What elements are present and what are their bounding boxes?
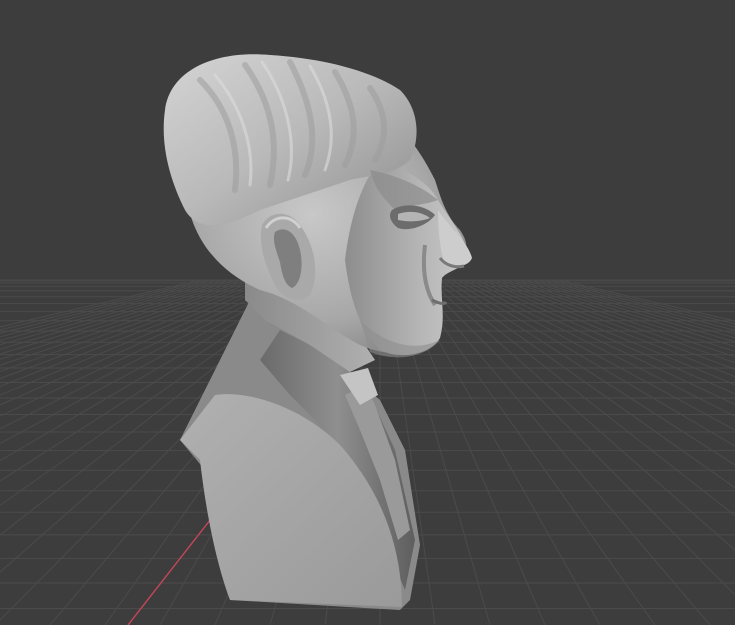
grid-line [475, 279, 735, 395]
viewport-scene[interactable] [0, 0, 735, 625]
grid-line [445, 279, 735, 466]
grid-line [523, 279, 735, 343]
grid-line [409, 279, 656, 625]
grid-line [0, 279, 207, 331]
grid-line [517, 279, 735, 347]
grid-line [463, 279, 735, 417]
grid-line [481, 279, 735, 386]
3d-viewport[interactable] [0, 0, 735, 625]
sculpted-bust-mesh[interactable] [163, 54, 472, 610]
grid-line [487, 279, 735, 378]
bust-nose [438, 210, 472, 267]
grid-line [415, 279, 711, 625]
grid-line [547, 279, 735, 328]
grid-line [433, 279, 735, 517]
grid-line [439, 279, 735, 489]
grid-line [469, 279, 735, 405]
